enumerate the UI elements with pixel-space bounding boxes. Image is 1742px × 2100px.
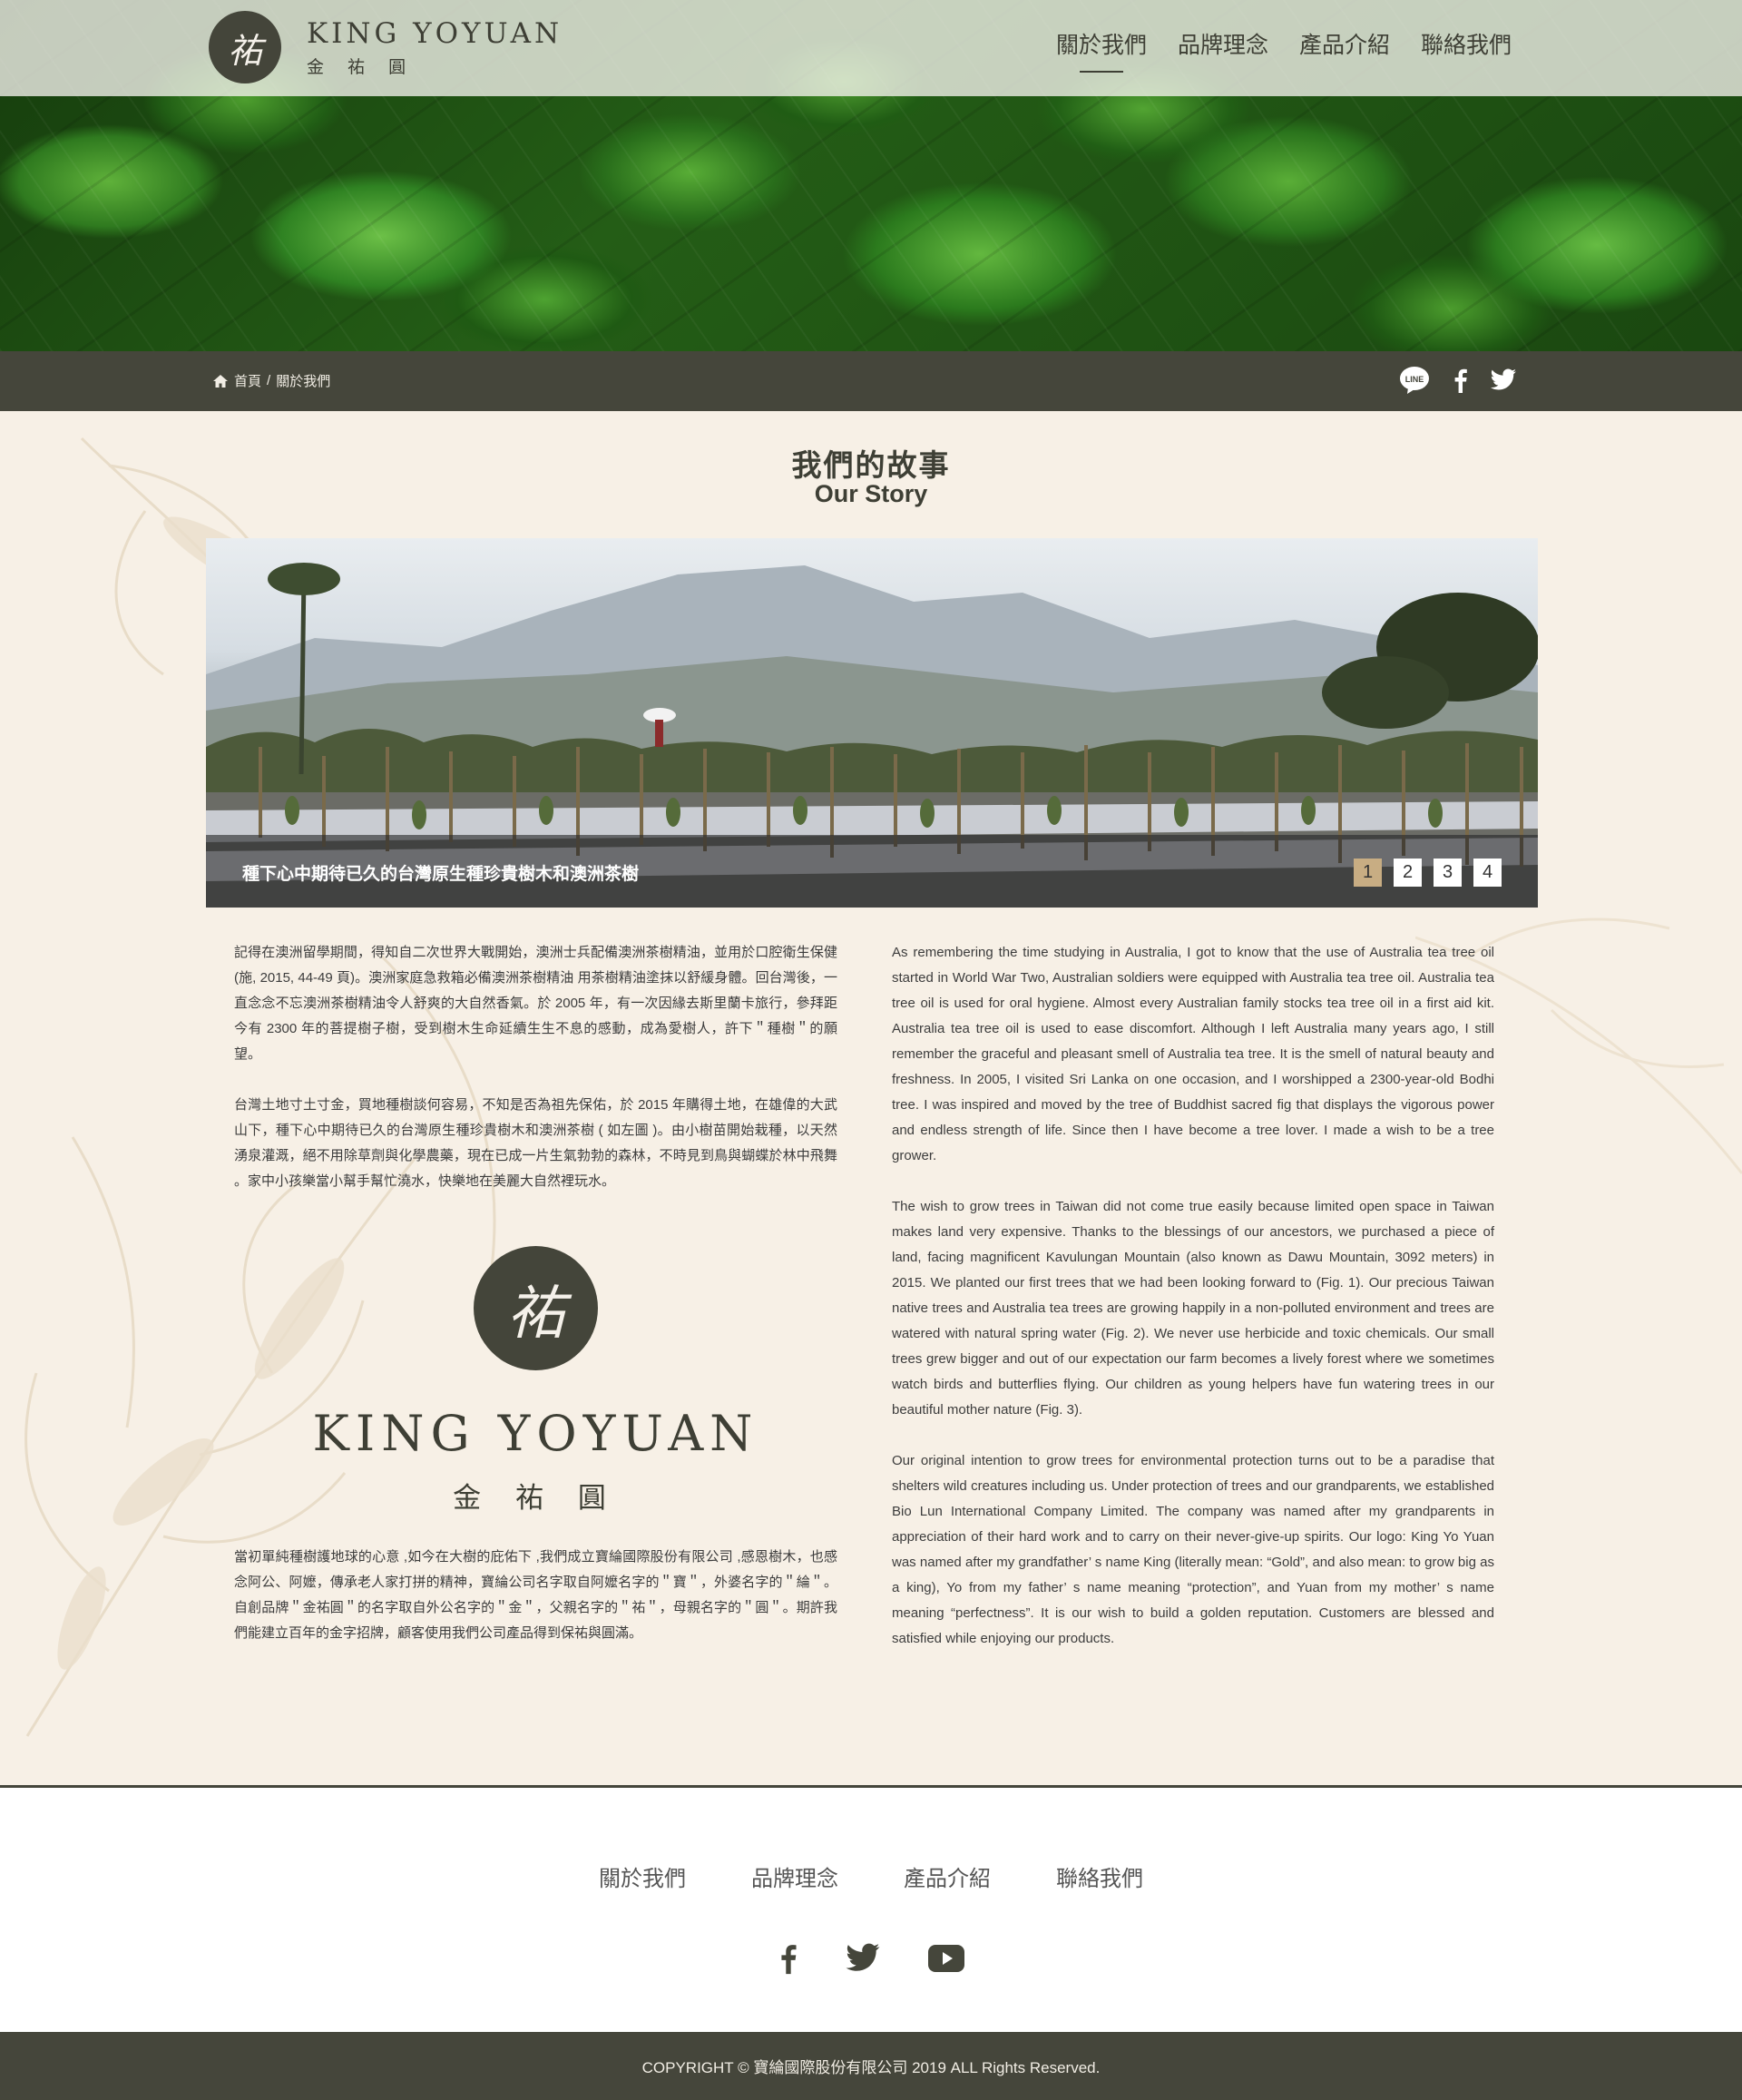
- main-nav: 關於我們 品牌理念 產品介紹 聯絡我們: [1056, 27, 1512, 73]
- nav-about[interactable]: 關於我們: [1056, 27, 1147, 73]
- home-icon[interactable]: [212, 374, 229, 388]
- slide-caption-bar: 種下心中期待已久的台灣原生種珍貴樹木和澳洲茶樹 1 2 3 4: [206, 835, 1538, 908]
- top-navigation-bar: 祐 KING YOYUAN 金 祐 圓 關於我們 品牌理念 產品介紹 聯絡我們: [0, 0, 1742, 96]
- story-zh-column: 記得在澳洲留學期間，得知自二次世界大戰開始，澳洲士兵配備澳洲茶樹精油，並用於口腔…: [234, 940, 837, 1220]
- brand-emblem-large: 祐: [474, 1246, 598, 1370]
- footer-social-icons: [0, 1940, 1742, 1977]
- story-zh-paragraph-3: 當初單純種樹護地球的心意 ,如今在大樹的庇佑下 ,我們成立寶綸國際股份有限公司 …: [234, 1549, 837, 1641]
- footer-nav-about[interactable]: 關於我們: [599, 1860, 686, 1892]
- story-en-paragraph-2: The wish to grow trees in Taiwan did not…: [892, 1199, 1494, 1418]
- line-icon[interactable]: LINE: [1399, 366, 1430, 395]
- nav-products[interactable]: 產品介紹: [1299, 27, 1390, 73]
- breadcrumb-current: 關於我們: [276, 374, 331, 389]
- site-footer: 關於我們 品牌理念 產品介紹 聯絡我們 COPYRIGHT © 寶綸國際股份有限…: [0, 1785, 1742, 2100]
- footer-nav-brand-concept[interactable]: 品牌理念: [751, 1860, 838, 1892]
- copyright-bar: COPYRIGHT © 寶綸國際股份有限公司 2019 ALL Rights R…: [0, 2032, 1742, 2100]
- story-zh-paragraph-1: 記得在澳洲留學期間，得知自二次世界大戰開始，澳洲士兵配備澳洲茶樹精油，並用於口腔…: [234, 945, 837, 1062]
- twitter-icon[interactable]: [845, 1943, 881, 1974]
- slide-page-1[interactable]: 1: [1354, 859, 1382, 887]
- share-icons: LINE: [1399, 366, 1517, 395]
- section-title-en: Our Story: [814, 480, 928, 507]
- breadcrumb-bar: 首頁 / 關於我們 LINE: [0, 351, 1742, 411]
- logo-wordmark: KING YOYUAN 金 祐 圓: [307, 17, 563, 78]
- brand-name-en-large: KING YOYUAN: [312, 1405, 759, 1462]
- story-en-paragraph-3: Our original intention to grow trees for…: [892, 1453, 1494, 1646]
- nav-contact[interactable]: 聯絡我們: [1421, 27, 1512, 73]
- hero-banner: 祐 KING YOYUAN 金 祐 圓 關於我們 品牌理念 產品介紹 聯絡我們: [0, 0, 1742, 351]
- footer-nav-contact[interactable]: 聯絡我們: [1056, 1860, 1143, 1892]
- facebook-icon[interactable]: [778, 1940, 798, 1977]
- section-title-zh: 我們的故事: [791, 448, 951, 482]
- image-slider[interactable]: 種下心中期待已久的台灣原生種珍貴樹木和澳洲茶樹 1 2 3 4: [206, 538, 1538, 908]
- slide-page-4[interactable]: 4: [1473, 859, 1502, 887]
- slide-page-2[interactable]: 2: [1394, 859, 1422, 887]
- nav-brand-concept[interactable]: 品牌理念: [1178, 27, 1268, 73]
- story-en-paragraph-1: As remembering the time studying in Aust…: [892, 945, 1494, 1163]
- copyright-text: COPYRIGHT © 寶綸國際股份有限公司 2019 ALL Rights R…: [641, 2059, 1101, 2076]
- logo-emblem: 祐: [209, 11, 281, 83]
- logo-name-en: KING YOYUAN: [307, 16, 563, 50]
- logo-name-zh: 金 祐 圓: [307, 56, 416, 77]
- breadcrumb-home[interactable]: 首頁: [234, 371, 261, 390]
- footer-links-area: 關於我們 品牌理念 產品介紹 聯絡我們: [0, 1785, 1742, 2032]
- twitter-icon[interactable]: [1490, 368, 1517, 392]
- brand-logo-large: 祐 KING YOYUAN 金 祐 圓: [234, 1246, 837, 1516]
- story-en-column: As remembering the time studying in Aust…: [892, 940, 1494, 1677]
- footer-nav: 關於我們 品牌理念 產品介紹 聯絡我們: [0, 1860, 1742, 1892]
- footer-nav-products[interactable]: 產品介紹: [904, 1860, 991, 1892]
- breadcrumb-separator: /: [267, 373, 271, 388]
- slide-caption: 種下心中期待已久的台灣原生種珍貴樹木和澳洲茶樹: [242, 865, 640, 884]
- story-section: 我們的故事 Our Story 種下心中期待已久的台灣原生種珍貴樹木和澳洲茶樹 …: [0, 411, 1742, 1785]
- svg-text:LINE: LINE: [1405, 375, 1424, 384]
- brand-name-zh-large: 金 祐 圓: [453, 1482, 619, 1515]
- slide-page-3[interactable]: 3: [1434, 859, 1462, 887]
- site-logo[interactable]: 祐 KING YOYUAN 金 祐 圓: [209, 11, 563, 83]
- story-zh-column-bottom: 當初單純種樹護地球的心意 ,如今在大樹的庇佑下 ,我們成立寶綸國際股份有限公司 …: [234, 1545, 837, 1672]
- facebook-icon[interactable]: [1452, 368, 1468, 393]
- breadcrumb: 首頁 / 關於我們: [212, 371, 330, 390]
- story-zh-paragraph-2: 台灣土地寸土寸金，買地種樹談何容易，不知是否為祖先保佑，於 2015 年購得土地…: [234, 1097, 837, 1189]
- slider-pagination: 1 2 3 4: [1354, 859, 1502, 887]
- youtube-icon[interactable]: [928, 1945, 964, 1972]
